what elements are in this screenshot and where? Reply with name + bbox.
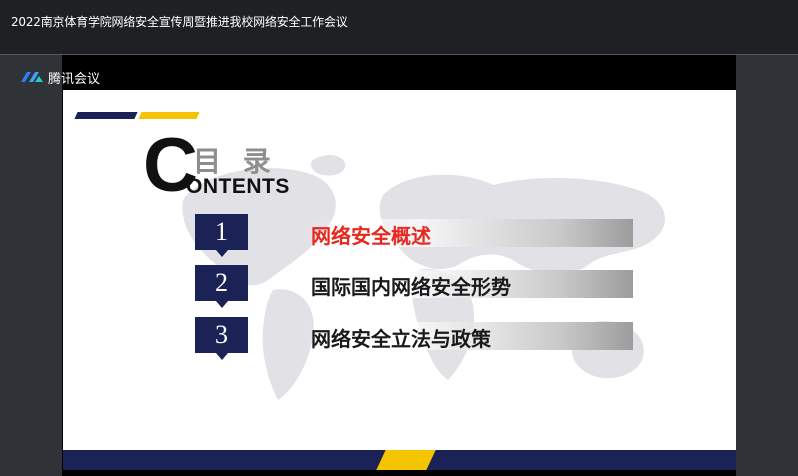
decor-stripe-gold xyxy=(138,112,200,119)
toc-item-number: 1 xyxy=(195,214,248,257)
toc-item-label: 国际国内网络安全形势 xyxy=(311,275,511,299)
app-brand: 腾讯会议 xyxy=(20,68,101,87)
window-title-bar: 2022南京体育学院网络安全宣传周暨推进我校网络安全工作会议 xyxy=(0,0,798,55)
tencent-meeting-logo-icon xyxy=(20,70,44,84)
toc-item-number: 3 xyxy=(195,317,248,360)
app-name: 腾讯会议 xyxy=(48,71,101,87)
left-panel xyxy=(0,55,62,476)
toc-item-label: 网络安全立法与政策 xyxy=(311,327,491,351)
contents-heading-cn: 目 录 xyxy=(193,145,277,178)
decor-footer-gold xyxy=(376,450,436,470)
toc-item-number: 2 xyxy=(195,265,248,308)
meeting-title: 2022南京体育学院网络安全宣传周暨推进我校网络安全工作会议 xyxy=(11,15,348,29)
toc-item: 1 网络安全概述 xyxy=(63,214,736,258)
presentation-slide: C 目 录 ONTENTS 1 网络安全概述 2 国际国内网络安全形势 3 网络… xyxy=(63,90,736,470)
toc-item-label: 网络安全概述 xyxy=(311,224,431,248)
toc-item: 3 网络安全立法与政策 xyxy=(63,317,736,361)
contents-heading-en: ONTENTS xyxy=(186,175,290,198)
decor-stripe-navy xyxy=(74,112,138,119)
right-panel xyxy=(736,55,798,476)
toc-item: 2 国际国内网络安全形势 xyxy=(63,265,736,309)
